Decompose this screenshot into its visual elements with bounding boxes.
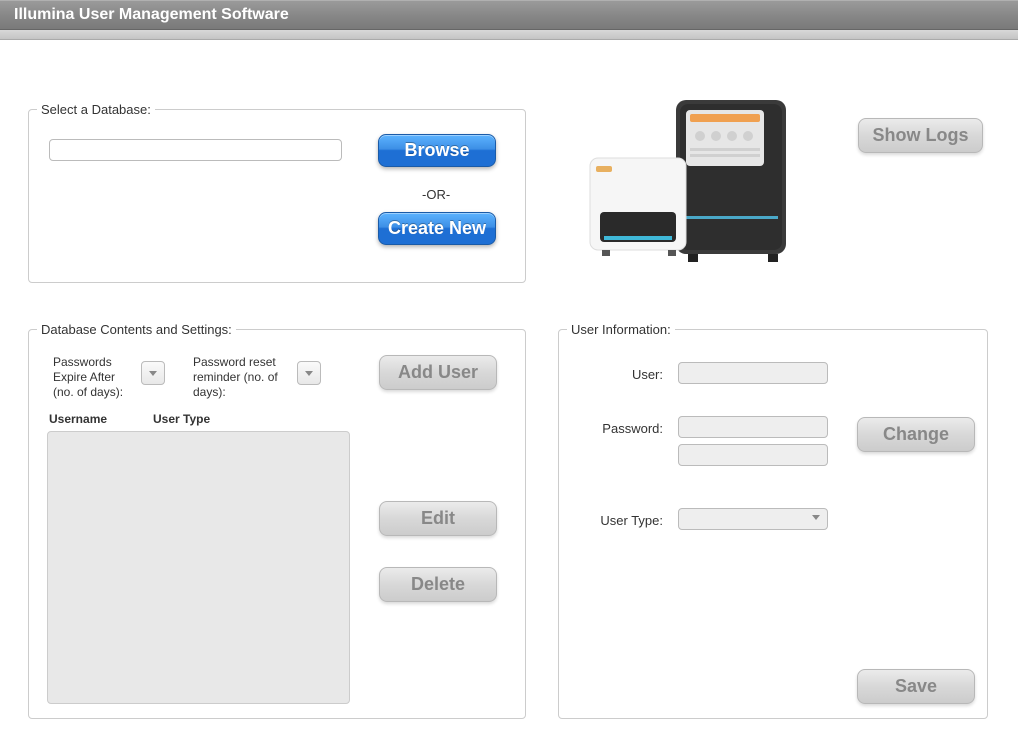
show-logs-button[interactable]: Show Logs [858, 118, 983, 153]
user-information-group: User Information: User: Password: Change… [558, 322, 988, 719]
usertype-label: User Type: [599, 513, 663, 528]
select-database-group: Select a Database: Browse -OR- Create Ne… [28, 102, 526, 283]
passwords-expire-label: Passwords Expire After (no. of days): [53, 355, 133, 400]
sub-bar [0, 30, 1018, 40]
select-database-legend: Select a Database: [37, 102, 155, 117]
delete-button[interactable]: Delete [379, 567, 497, 602]
password-confirm-input[interactable] [678, 444, 828, 466]
app-title: Illumina User Management Software [14, 6, 289, 24]
add-user-button[interactable]: Add User [379, 355, 497, 390]
edit-button[interactable]: Edit [379, 501, 497, 536]
user-list[interactable] [47, 431, 350, 704]
instrument-image [572, 96, 796, 272]
database-path-input[interactable] [49, 139, 342, 161]
column-header-usertype: User Type [153, 412, 210, 426]
user-information-legend: User Information: [567, 322, 675, 337]
password-input[interactable] [678, 416, 828, 438]
password-reset-label: Password reset reminder (no. of days): [193, 355, 283, 400]
title-bar: Illumina User Management Software [0, 0, 1018, 30]
save-button[interactable]: Save [857, 669, 975, 704]
database-contents-group: Database Contents and Settings: Password… [28, 322, 526, 719]
usertype-dropdown[interactable] [678, 508, 828, 530]
user-input[interactable] [678, 362, 828, 384]
user-label: User: [623, 367, 663, 382]
create-new-button[interactable]: Create New [378, 212, 496, 245]
password-reset-dropdown[interactable] [297, 361, 321, 385]
database-contents-legend: Database Contents and Settings: [37, 322, 236, 337]
browse-button[interactable]: Browse [378, 134, 496, 167]
passwords-expire-dropdown[interactable] [141, 361, 165, 385]
change-button[interactable]: Change [857, 417, 975, 452]
column-header-username: Username [49, 412, 107, 426]
password-label: Password: [599, 421, 663, 436]
or-text: -OR- [422, 187, 450, 202]
